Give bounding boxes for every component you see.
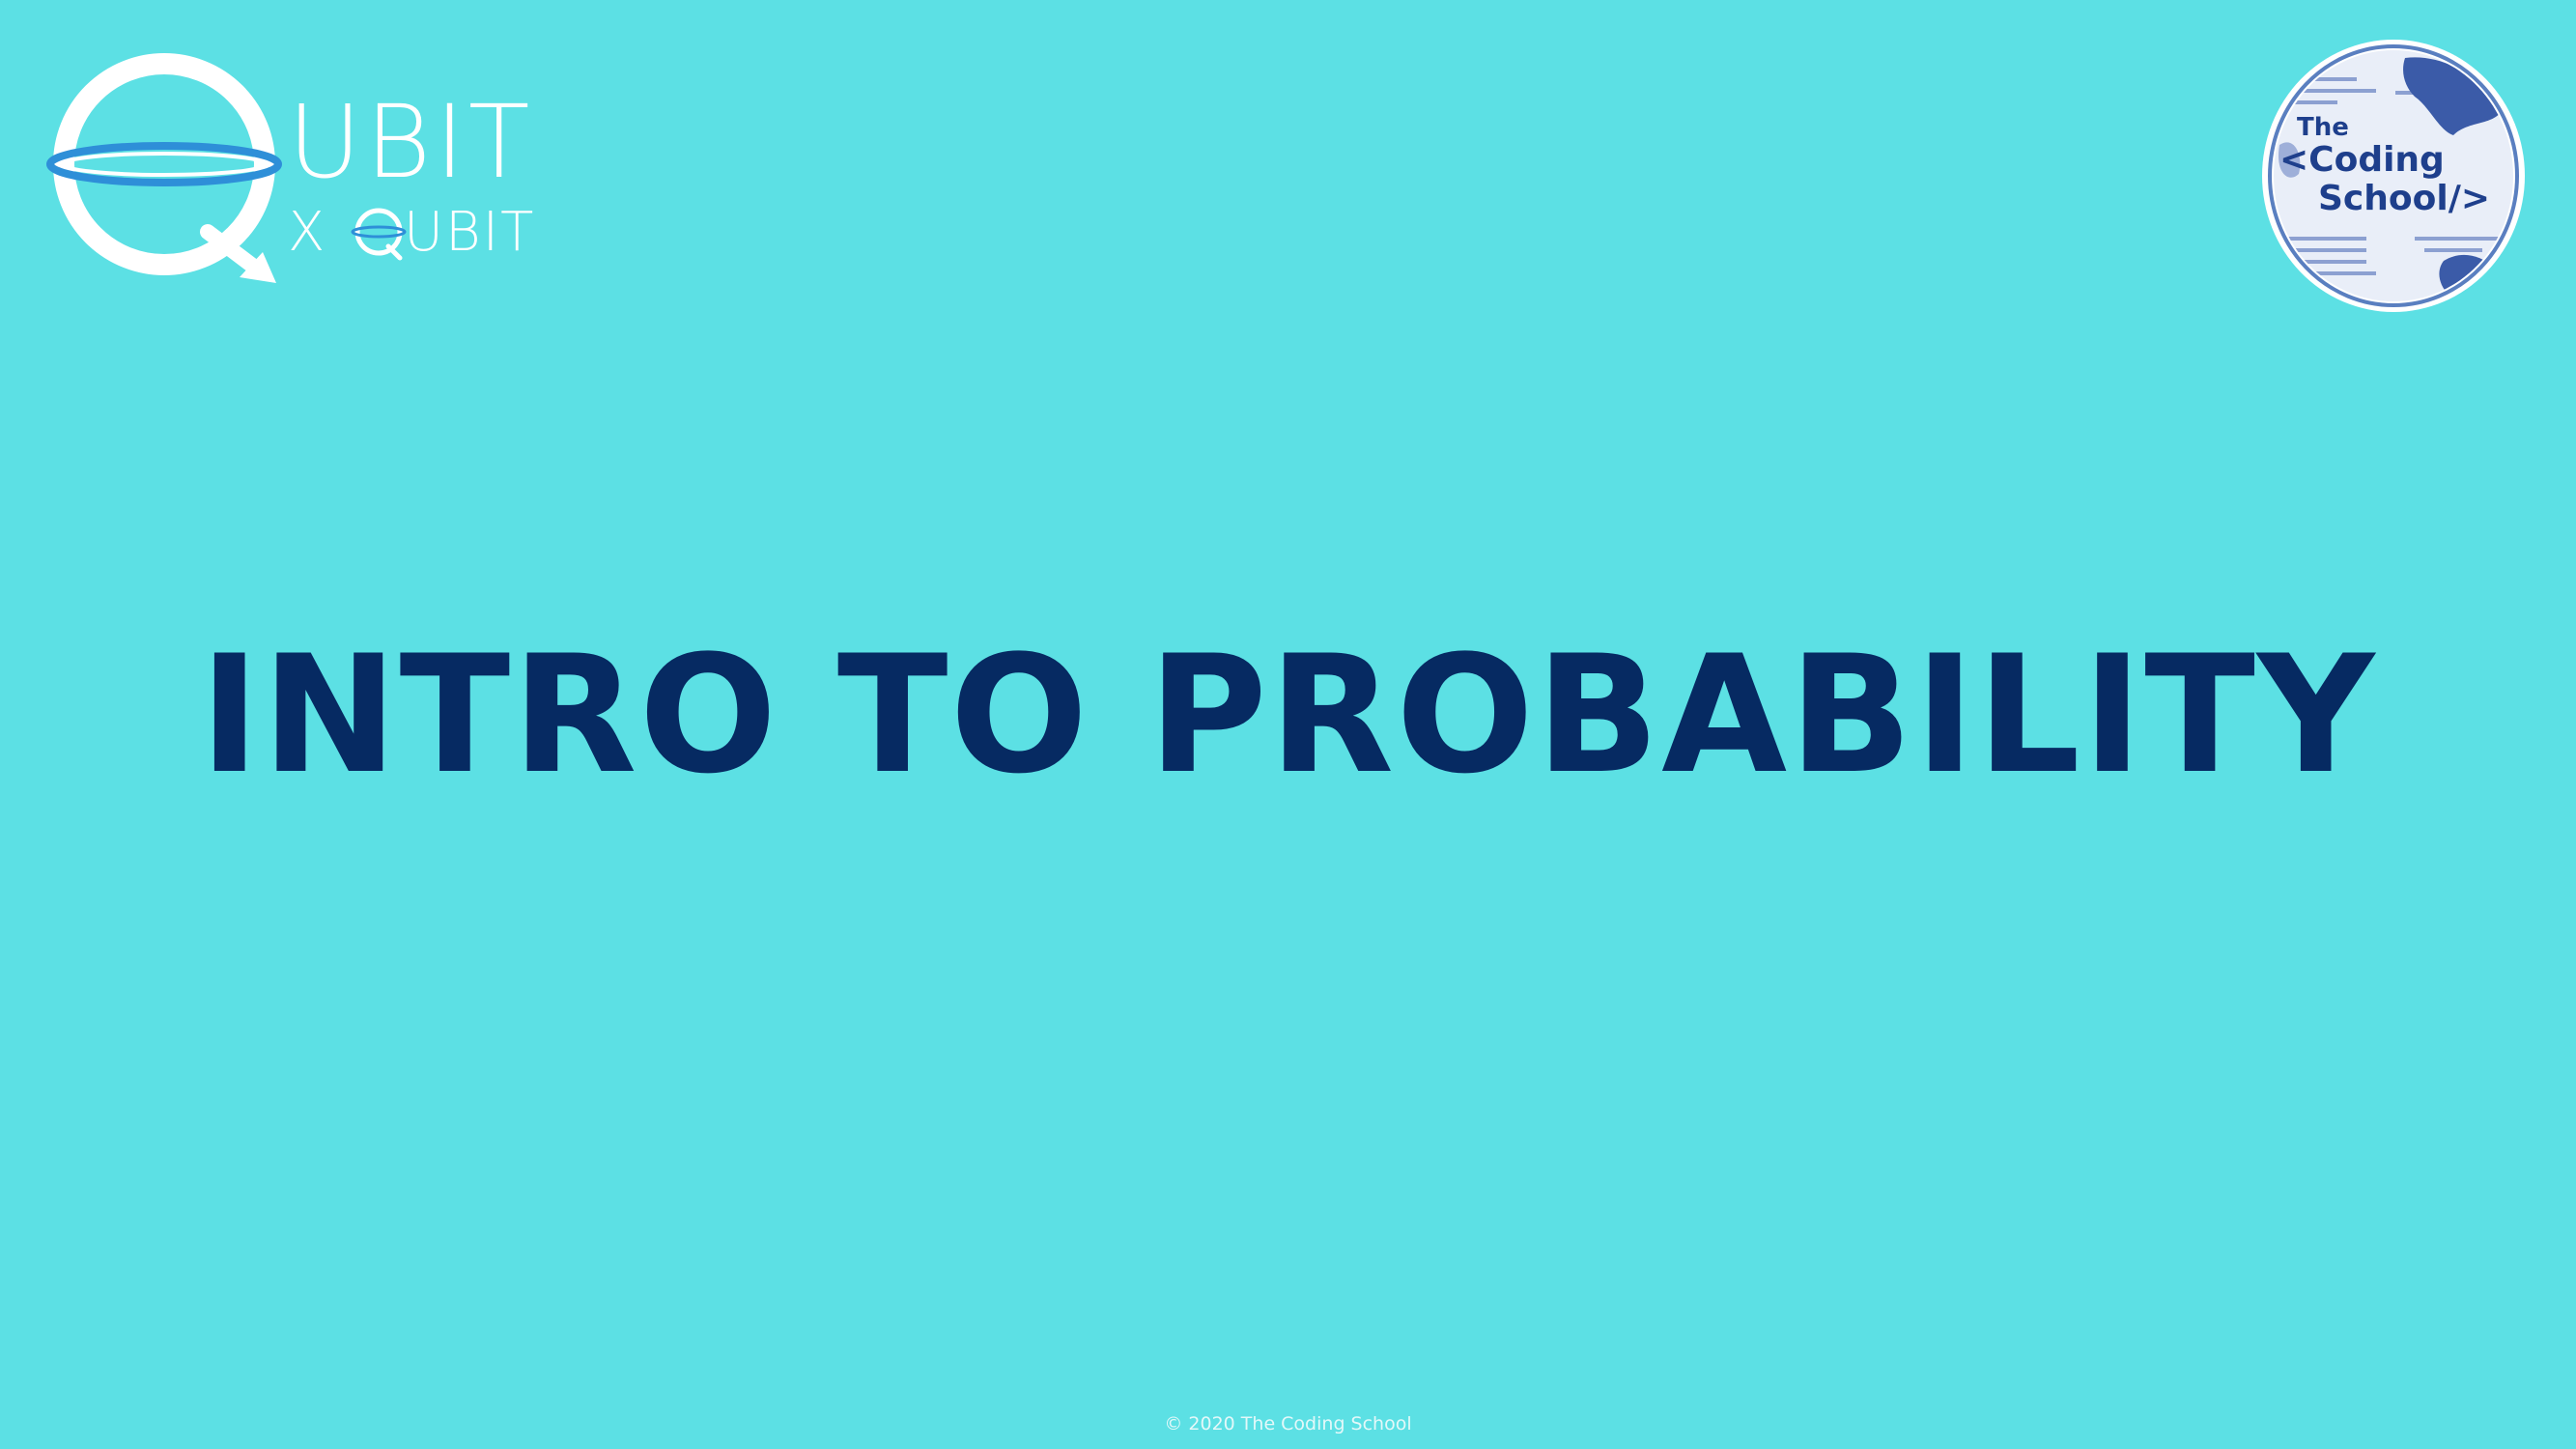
qubit-x-qubit-logo: UBIT X UBIT: [39, 53, 580, 285]
coding-school-line-2: <Coding: [2279, 140, 2445, 180]
coding-school-line-3: School/>: [2318, 179, 2490, 218]
slide-title: INTRO TO PROBABILITY: [199, 620, 2377, 810]
qubit-x-letter: X: [288, 201, 326, 264]
qubit-sub-wordmark: UBIT: [404, 201, 536, 264]
coding-school-line-1: The: [2297, 113, 2349, 142]
slide: UBIT X UBIT The <Coding School/> INTRO T…: [0, 0, 2576, 1449]
qubit-wordmark: UBIT: [288, 83, 534, 201]
coding-school-logo: The <Coding School/>: [2260, 39, 2527, 313]
copyright-footer: © 2020 The Coding School: [1164, 1413, 1412, 1435]
